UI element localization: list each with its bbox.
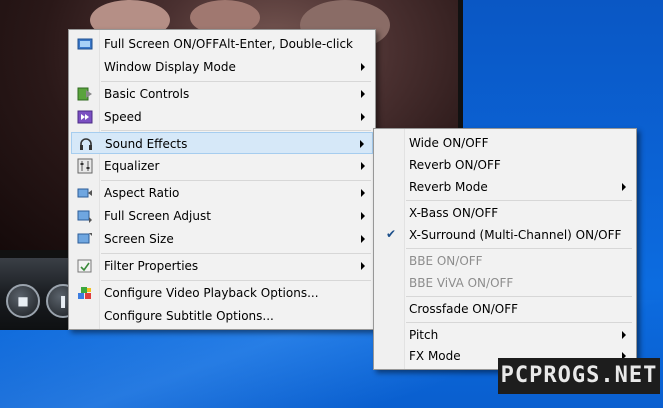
submenu-arrow-icon [361, 212, 365, 220]
aspect-ratio-icon [77, 188, 92, 198]
headphones-icon [80, 138, 92, 150]
menu-separator [406, 322, 632, 323]
menu-item-label: Configure Subtitle Options... [104, 309, 274, 323]
menu-item-label: Configure Video Playback Options... [104, 286, 319, 300]
speed-icon [77, 110, 93, 124]
menu-item-label: Reverb Mode [409, 180, 488, 194]
menu-item-basic-controls[interactable]: Basic Controls [71, 83, 373, 105]
screen-adjust-icon [77, 210, 92, 223]
submenu-arrow-icon [361, 90, 365, 98]
context-menu: Full Screen ON/OFF Alt-Enter, Double-cli… [68, 29, 376, 330]
submenu-arrow-icon [622, 331, 626, 339]
checkmark-icon: ✔ [386, 227, 397, 241]
submenu-arrow-icon [361, 262, 365, 270]
menu-item-shortcut: Alt-Enter, Double-click [218, 37, 353, 51]
menu-item-crossfade[interactable]: Crossfade ON/OFF [376, 298, 634, 320]
menu-item-filter-properties[interactable]: Filter Properties [71, 255, 373, 277]
menu-item-label: Window Display Mode [104, 60, 236, 74]
equalizer-icon [77, 158, 93, 174]
menu-item-label: X-Bass ON/OFF [409, 206, 499, 220]
menu-item-label: Pitch [409, 328, 439, 342]
menu-item-speed[interactable]: Speed [71, 106, 373, 128]
menu-item-configure-subtitle[interactable]: Configure Subtitle Options... [71, 305, 373, 327]
menu-item-configure-video-playback[interactable]: Configure Video Playback Options... [71, 282, 373, 304]
menu-item-label: BBE ViVA ON/OFF [409, 276, 514, 290]
fullscreen-icon [77, 38, 93, 50]
menu-item-label: Crossfade ON/OFF [409, 302, 519, 316]
menu-separator [101, 130, 371, 131]
menu-item-full-screen[interactable]: Full Screen ON/OFF Alt-Enter, Double-cli… [71, 33, 373, 55]
menu-item-label: Speed [104, 110, 142, 124]
menu-item-aspect-ratio[interactable]: Aspect Ratio [71, 182, 373, 204]
submenu-arrow-icon [361, 189, 365, 197]
menu-item-label: Wide ON/OFF [409, 136, 489, 150]
watermark: PCPROGS.NET [498, 358, 660, 394]
play-controls-icon [77, 87, 92, 101]
menu-item-equalizer[interactable]: Equalizer [71, 155, 373, 177]
menu-separator [406, 248, 632, 249]
menu-item-x-surround[interactable]: ✔ X-Surround (Multi-Channel) ON/OFF [376, 224, 634, 246]
stop-icon: ■ [17, 294, 29, 308]
menu-item-label: Reverb ON/OFF [409, 158, 501, 172]
submenu-arrow-icon [361, 63, 365, 71]
menu-item-wide[interactable]: Wide ON/OFF [376, 132, 634, 154]
menu-item-bbe-viva: BBE ViVA ON/OFF [376, 272, 634, 294]
menu-separator [101, 280, 371, 281]
menu-item-pitch[interactable]: Pitch [376, 324, 634, 346]
submenu-arrow-icon [361, 113, 365, 121]
submenu-arrow-icon [361, 235, 365, 243]
menu-item-screen-size[interactable]: Screen Size [71, 228, 373, 250]
menu-separator [406, 200, 632, 201]
menu-item-label: Full Screen Adjust [104, 209, 211, 223]
submenu-arrow-icon [622, 183, 626, 191]
menu-item-label: Filter Properties [104, 259, 199, 273]
menu-item-sound-effects[interactable]: Sound Effects [71, 132, 373, 154]
menu-item-bbe: BBE ON/OFF [376, 250, 634, 272]
menu-separator [101, 81, 371, 82]
menu-item-label: Aspect Ratio [104, 186, 180, 200]
menu-separator [101, 253, 371, 254]
menu-item-label: FX Mode [409, 349, 461, 363]
menu-item-x-bass[interactable]: X-Bass ON/OFF [376, 202, 634, 224]
stop-button[interactable]: ■ [6, 284, 40, 318]
submenu-arrow-icon [361, 162, 365, 170]
pause-icon: ❚ [57, 294, 69, 308]
menu-item-full-screen-adjust[interactable]: Full Screen Adjust [71, 205, 373, 227]
submenu-arrow-icon [360, 140, 364, 148]
sound-effects-submenu: Wide ON/OFF Reverb ON/OFF Reverb Mode X-… [373, 128, 637, 370]
menu-item-reverb[interactable]: Reverb ON/OFF [376, 154, 634, 176]
config-icon [78, 287, 91, 299]
menu-separator [406, 296, 632, 297]
menu-item-label: BBE ON/OFF [409, 254, 483, 268]
menu-item-label: X-Surround (Multi-Channel) ON/OFF [409, 228, 622, 242]
menu-item-label: Sound Effects [105, 137, 188, 151]
menu-item-label: Full Screen ON/OFF [104, 37, 220, 51]
menu-item-window-display-mode[interactable]: Window Display Mode [71, 56, 373, 78]
menu-item-label: Basic Controls [104, 87, 190, 101]
menu-separator [101, 180, 371, 181]
menu-item-reverb-mode[interactable]: Reverb Mode [376, 176, 634, 198]
filter-icon [77, 259, 92, 273]
menu-item-label: Equalizer [104, 159, 160, 173]
screen-size-icon [77, 233, 92, 244]
menu-item-label: Screen Size [104, 232, 174, 246]
